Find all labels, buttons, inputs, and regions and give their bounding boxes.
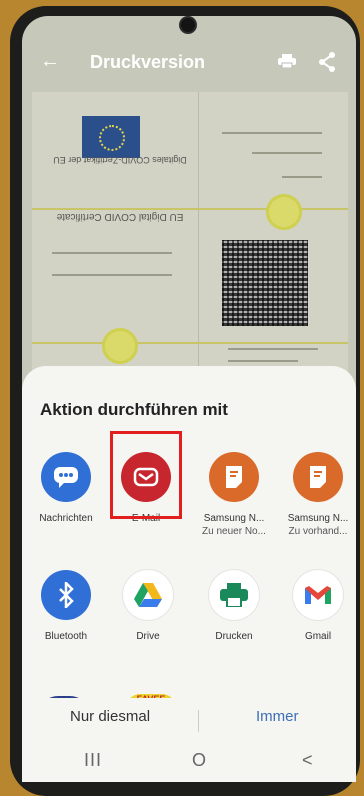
arrow-left-icon[interactable]: ← xyxy=(40,50,60,73)
recent-apps-icon[interactable]: III xyxy=(84,750,102,771)
app-label: Drive xyxy=(136,631,160,642)
app-samsung-notes-new[interactable]: Samsung N... Zu neuer No... xyxy=(192,452,276,538)
bluetooth-icon xyxy=(41,570,91,620)
app-label: Samsung N... xyxy=(203,513,265,524)
certificate-badge-icon xyxy=(266,194,302,230)
samsung-notes-icon xyxy=(209,452,259,502)
certificate-subtitle: Digitales COVID-Zertifikat der EU xyxy=(53,155,187,165)
app-label: Drucken xyxy=(215,631,253,642)
covid-certificate: Digitales COVID-Zertifikat der EU EU Dig… xyxy=(32,92,348,392)
selection-highlight xyxy=(110,431,182,519)
app-label: Gmail xyxy=(304,631,332,642)
home-icon[interactable]: O xyxy=(192,750,206,771)
app-label: Bluetooth xyxy=(44,631,88,642)
app-bluetooth[interactable]: Bluetooth xyxy=(24,570,108,643)
page-title: Druckversion xyxy=(90,52,206,72)
certificate-title: EU Digital COVID Certificate xyxy=(56,211,184,222)
share-icon[interactable] xyxy=(318,52,336,72)
back-icon[interactable]: < xyxy=(302,750,313,771)
certificate-badge-icon xyxy=(102,328,138,364)
app-sublabel: Zu vorhand... xyxy=(288,526,348,537)
app-label: Samsung N... xyxy=(287,513,349,524)
printer-icon[interactable] xyxy=(278,54,296,68)
samsung-notes-icon xyxy=(293,452,343,502)
app-samsung-notes-existing[interactable]: Samsung N... Zu vorhand... xyxy=(276,452,356,538)
navigation-bar: III O < xyxy=(22,738,356,782)
app-drucken[interactable]: Drucken xyxy=(192,570,276,643)
drive-icon xyxy=(123,570,173,620)
qr-code xyxy=(222,240,308,326)
messages-icon xyxy=(41,452,91,502)
print-icon xyxy=(209,570,259,620)
app-sublabel: Zu neuer No... xyxy=(202,526,266,537)
just-once-button[interactable]: Nur diesmal xyxy=(70,708,150,725)
share-sheet: Aktion durchführen mit Nachrichten E-Mai… xyxy=(22,366,356,782)
app-gmail[interactable]: Gmail xyxy=(276,570,356,643)
eu-flag-icon xyxy=(82,116,140,158)
app-drive[interactable]: Drive xyxy=(106,570,190,643)
app-label: Nachrichten xyxy=(39,513,93,524)
screen: ← Druckversion Digitales COVID-Zertifika… xyxy=(22,16,356,782)
front-camera xyxy=(181,18,195,32)
app-bar: ← Druckversion xyxy=(22,46,356,82)
choice-bar: Nur diesmal Immer xyxy=(22,698,356,738)
gmail-icon xyxy=(293,570,343,620)
share-sheet-heading: Aktion durchführen mit xyxy=(40,400,228,419)
always-button[interactable]: Immer xyxy=(256,708,299,725)
app-nachrichten[interactable]: Nachrichten xyxy=(24,452,108,525)
